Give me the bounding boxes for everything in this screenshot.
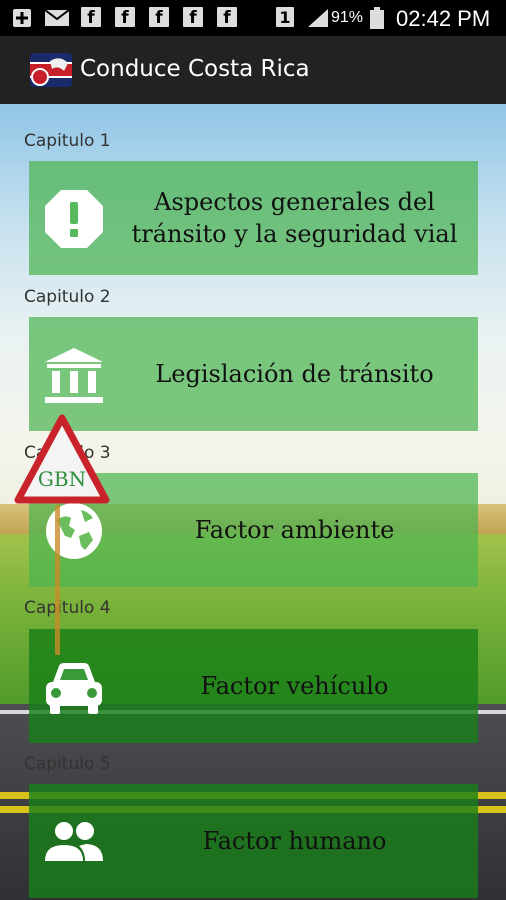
chapter-2-label: Capitulo 2 <box>24 287 111 307</box>
facebook-icon: f <box>149 7 169 28</box>
email-icon <box>44 9 70 26</box>
clock: 02:42 PM <box>396 6 491 31</box>
chapter-1-title: Aspectos generales del tránsito y la seg… <box>119 161 470 275</box>
globe-icon <box>46 503 102 559</box>
chapter-2-title: Legislación de tránsito <box>155 360 434 388</box>
chapter-1-label: Capitulo 1 <box>24 131 111 151</box>
facebook-icon: f <box>183 7 203 28</box>
sign-pole <box>55 505 60 655</box>
plus-box-icon <box>13 9 31 27</box>
warning-sign-logo-icon: GBN <box>14 414 110 504</box>
signal-icon <box>308 9 328 27</box>
people-icon <box>45 822 103 861</box>
chapter-1-title-line-2: tránsito y la seguridad vial <box>131 220 458 248</box>
facebook-icon: f <box>217 7 237 28</box>
battery-icon <box>370 7 384 29</box>
bank-building-icon <box>45 348 103 403</box>
facebook-icon: f <box>115 7 135 28</box>
facebook-icon: f <box>81 7 101 28</box>
notification-badge: 1 <box>276 7 294 27</box>
chapter-3-title: Factor ambiente <box>194 516 395 544</box>
chapter-4-label: Capitulo 4 <box>24 598 111 618</box>
chapter-4-card[interactable]: Factor vehículo <box>29 629 478 743</box>
car-icon <box>46 663 102 714</box>
battery-percent: 91% <box>331 9 364 26</box>
chapter-5-card[interactable]: Factor humano <box>29 784 478 898</box>
chapter-1-card[interactable]: Aspectos generales del tránsito y la seg… <box>29 161 478 275</box>
chapter-5-label: Capitulo 5 <box>24 754 111 774</box>
app-logo-icon[interactable] <box>30 53 72 87</box>
app-title: Conduce Costa Rica <box>80 56 310 82</box>
alert-octagon-icon <box>45 190 103 248</box>
chapter-5-title: Factor humano <box>202 827 387 855</box>
chapter-4-title: Factor vehículo <box>200 672 389 700</box>
sign-logo-text: GBN <box>38 467 86 491</box>
status-bar: f f f f f 1 91% 02:42 PM <box>0 0 506 36</box>
chapter-1-title-line-1: Aspectos generales del <box>154 188 435 216</box>
